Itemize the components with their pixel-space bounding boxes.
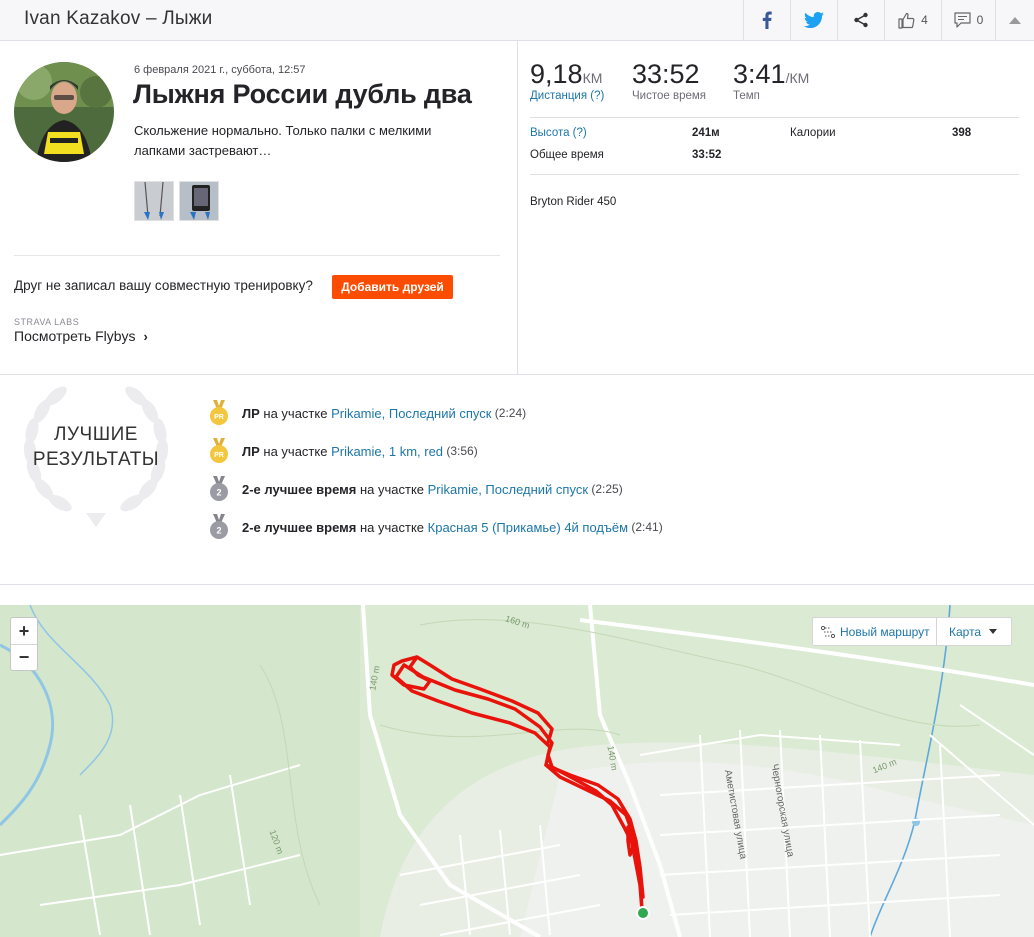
best-results-badge: ЛУЧШИЕ РЕЗУЛЬТАТЫ [14, 381, 178, 531]
svg-text:PR: PR [214, 452, 224, 459]
achievement-kind: 2-е лучшее время [242, 481, 357, 497]
map-type-dropdown[interactable]: Карта [937, 617, 1012, 646]
achievement-time: (2:25) [588, 482, 623, 496]
zoom-out-button[interactable]: − [11, 644, 37, 670]
flybys-label: Посмотреть Flybys [14, 328, 136, 344]
photo-thumbnail[interactable] [134, 181, 174, 221]
best-results-title-line2: РЕЗУЛЬТАТЫ [32, 449, 160, 470]
add-friends-prompt: Друг не записал вашу совместную трениров… [14, 278, 313, 293]
silver-medal-icon: 2 [210, 476, 228, 501]
divider [530, 174, 1019, 175]
collapse-header-button[interactable] [995, 0, 1034, 40]
svg-text:PR: PR [214, 414, 224, 421]
athlete-avatar[interactable] [14, 62, 114, 162]
achievement-kind: ЛР [242, 443, 260, 459]
share-icon [854, 12, 868, 28]
pr-medal-icon: PR [210, 400, 228, 425]
segment-link[interactable]: Prikamie, Последний спуск [331, 406, 491, 421]
page-header: Ivan Kazakov – Лыжи 4 0 [0, 0, 1034, 41]
achievement-time: (2:41) [628, 520, 663, 534]
facebook-icon [762, 11, 772, 29]
divider [0, 584, 1034, 585]
twitter-icon [804, 12, 824, 28]
pace-label: Темп [733, 90, 760, 102]
map-zoom-controls: + − [10, 617, 38, 671]
flybys-link[interactable]: Посмотреть Flybys › [14, 328, 148, 344]
zoom-in-button[interactable]: + [11, 618, 37, 644]
route-icon [821, 625, 835, 638]
photo-thumbnail[interactable] [179, 181, 219, 221]
add-friends-button[interactable]: Добавить друзей [332, 275, 453, 299]
activity-date: 6 февраля 2021 г., суббота, 12:57 [134, 64, 306, 76]
moving-time-stat: 33:52 Чистое время [632, 59, 706, 102]
chevron-right-icon: › [143, 328, 148, 344]
achievement-kind: ЛР [242, 405, 260, 421]
moving-time-value: 33:52 [632, 59, 700, 89]
elapsed-time-value: 33:52 [692, 149, 722, 161]
pace-stat: 3:41/КМ Темп [733, 59, 809, 102]
activity-summary: 6 февраля 2021 г., суббота, 12:57 Лыжня … [0, 41, 518, 374]
best-results-title-line1: ЛУЧШИЕ [54, 424, 138, 445]
achievement-middle: на участке [356, 481, 428, 497]
pace-unit: /КМ [785, 70, 810, 86]
divider [530, 117, 1019, 118]
divider [0, 374, 1034, 375]
svg-text:2: 2 [216, 526, 221, 536]
achievement-middle: на участке [259, 405, 332, 421]
share-facebook-button[interactable] [743, 0, 790, 40]
achievement-item: PR ЛР на участке Prikamie, 1 km, red (3:… [208, 438, 908, 464]
comments-count: 0 [976, 13, 984, 27]
map-type-label: Карта [949, 624, 982, 639]
distance-stat: 9,18КМ Дистанция (?) [530, 59, 604, 102]
strava-labs-label: STRAVA LABS [14, 317, 80, 327]
activity-map[interactable]: 160 m 140 m 140 m 140 m 120 m Аметистова… [0, 605, 1034, 937]
elevation-label[interactable]: Высота (?) [530, 127, 587, 139]
activity-name: Лыжня России дубль два [133, 79, 472, 109]
thumbs-up-icon [898, 12, 915, 29]
achievement-middle: на участке [259, 443, 332, 459]
achievement-middle: на участке [356, 519, 428, 535]
activity-stats: 9,18КМ Дистанция (?) 33:52 Чистое время … [518, 41, 1034, 374]
elapsed-time-label: Общее время [530, 149, 604, 161]
achievement-item: 2 2-е лучшее время на участке Prikamie, … [208, 476, 908, 502]
svg-text:2: 2 [216, 488, 221, 498]
segment-link[interactable]: Красная 5 (Прикамье) 4й подъём [428, 520, 628, 535]
distance-unit: КМ [582, 70, 603, 86]
achievement-item: 2 2-е лучшее время на участке Красная 5 … [208, 514, 908, 540]
calories-label: Калории [790, 127, 836, 139]
achievement-kind: 2-е лучшее время [242, 519, 357, 535]
achievement-time: (3:56) [443, 444, 478, 458]
achievement-time: (2:24) [491, 406, 527, 420]
pr-medal-icon: PR [210, 438, 228, 463]
activity-description: Скольжение нормально. Только палки с мел… [134, 123, 432, 158]
share-twitter-button[interactable] [790, 0, 837, 40]
achievement-item: PR ЛР на участке Prikamie, Последний спу… [208, 400, 908, 426]
new-route-label: Новый маршрут [840, 624, 930, 639]
device-name: Bryton Rider 450 [530, 196, 617, 208]
page-title: Ivan Kazakov – Лыжи [24, 8, 213, 29]
calories-value: 398 [952, 127, 972, 139]
segment-link[interactable]: Prikamie, Последний спуск [428, 482, 588, 497]
moving-time-label: Чистое время [632, 90, 706, 102]
comment-icon [954, 12, 971, 28]
caret-up-icon [1009, 17, 1021, 24]
distance-value: 9,18 [530, 59, 583, 89]
kudos-count: 4 [921, 13, 928, 27]
share-button[interactable] [837, 0, 884, 40]
segment-link[interactable]: Prikamie, 1 km, red [331, 444, 443, 459]
distance-label[interactable]: Дистанция (?) [530, 90, 604, 102]
divider [14, 255, 500, 256]
caret-down-icon [989, 629, 998, 634]
elevation-value: 241м [692, 127, 720, 139]
new-route-button[interactable]: Новый маршрут [812, 617, 937, 646]
kudos-button[interactable]: 4 [884, 0, 941, 40]
silver-medal-icon: 2 [210, 514, 228, 539]
pace-value: 3:41 [733, 59, 786, 89]
comments-button[interactable]: 0 [941, 0, 995, 40]
